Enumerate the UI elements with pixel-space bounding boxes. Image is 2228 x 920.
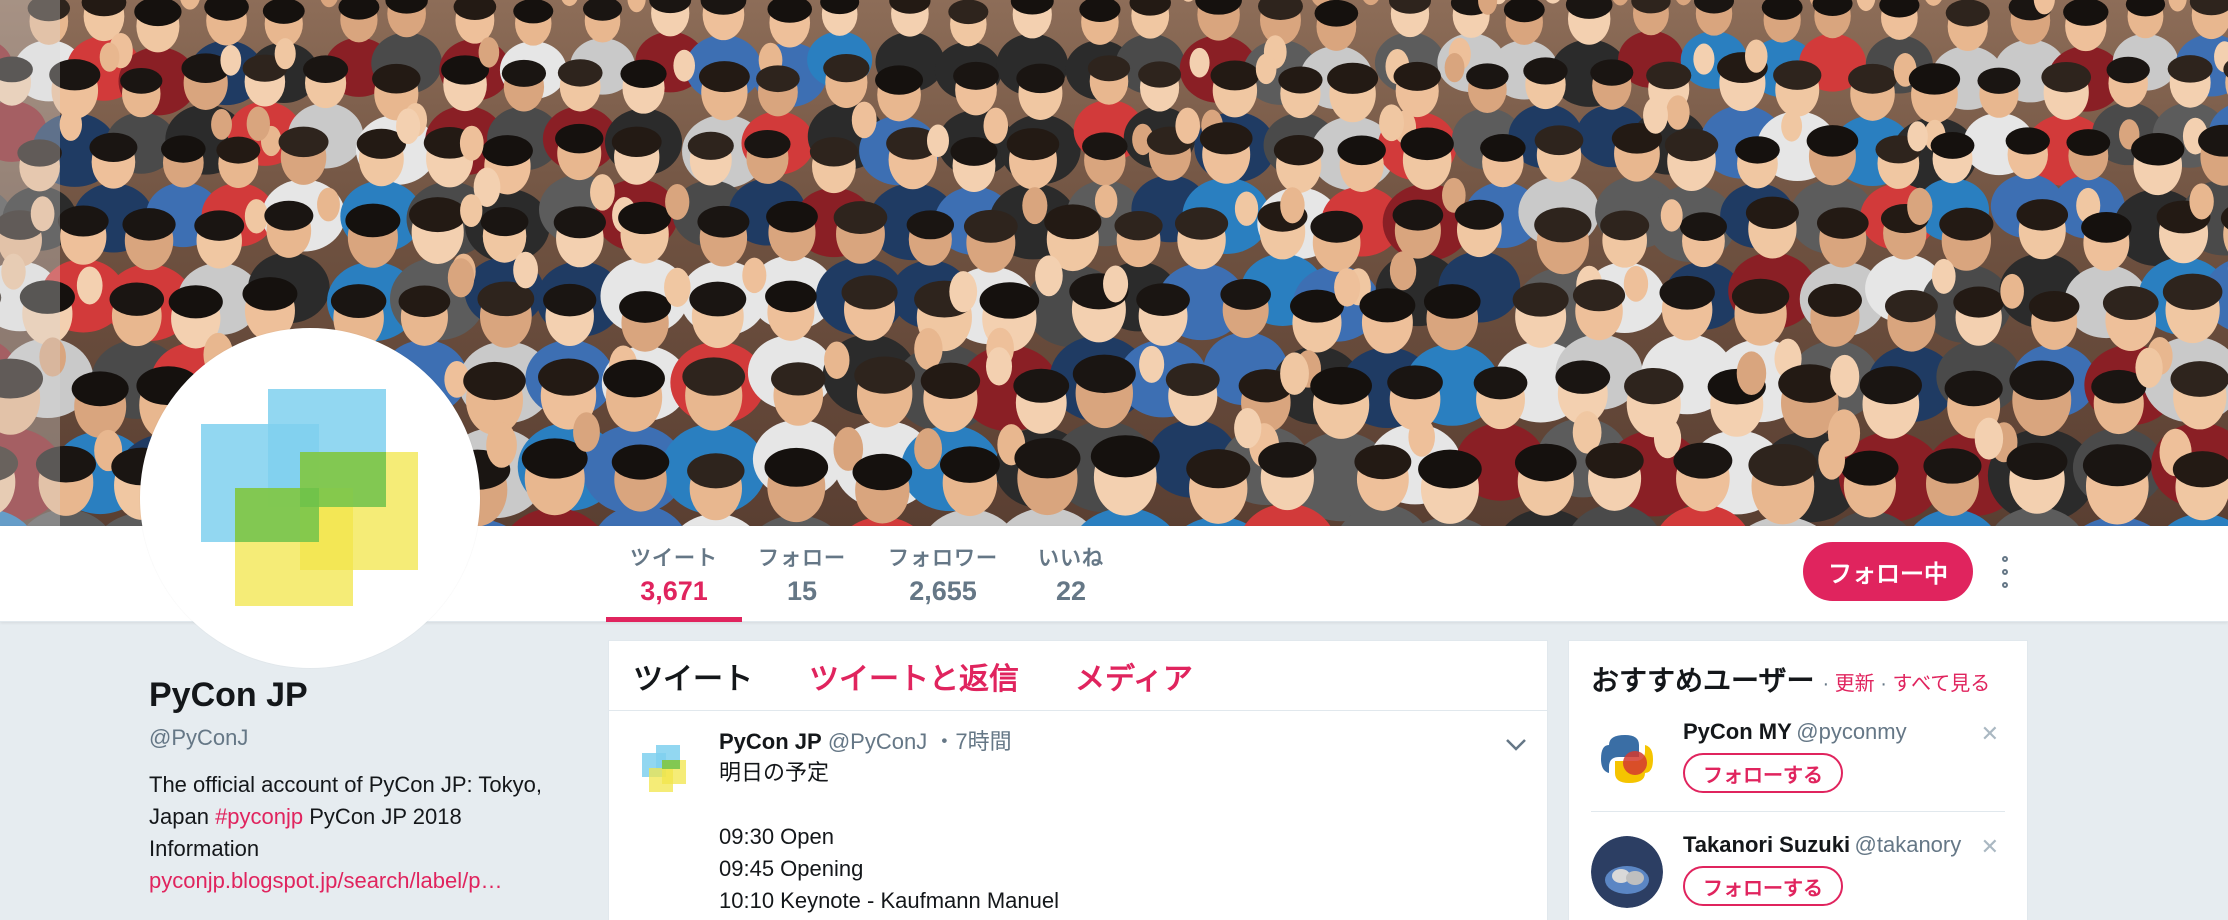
user-photo-icon — [1591, 836, 1663, 908]
bio-line-2-post: PyCon JP 2018 — [303, 804, 462, 829]
stat-likes-label: いいね — [1038, 547, 1104, 570]
who-to-follow-links: · 更新 · すべて見る — [1822, 667, 1990, 696]
pycon-my-logo-icon — [1591, 723, 1663, 795]
tweet-avatar-icon[interactable] — [633, 739, 695, 801]
profile-name: PyCon JP — [149, 676, 308, 714]
chevron-down-icon[interactable] — [1505, 737, 1527, 753]
separator-dot: · — [1880, 673, 1887, 695]
profile-info: PyCon JP @PyConJ The official account of… — [149, 676, 569, 897]
stat-tweets-label: ツイート — [630, 547, 718, 570]
bio-line-3: Information — [149, 836, 260, 861]
close-icon[interactable]: ✕ — [1981, 721, 1999, 747]
more-options-icon[interactable] — [1998, 556, 2012, 588]
follow-user-button[interactable]: フォローする — [1683, 866, 1843, 906]
follow-user-button[interactable]: フォローする — [1683, 753, 1843, 793]
separator-dot: · — [1822, 673, 1830, 695]
refresh-link[interactable]: 更新 — [1835, 673, 1875, 695]
tweet-timestamp[interactable]: ・7時間 — [933, 729, 1011, 754]
who-to-follow-title: おすすめユーザー — [1591, 665, 1815, 696]
who-to-follow-header: おすすめユーザー · 更新 · すべて見る — [1591, 659, 2005, 699]
recommended-user-avatar[interactable] — [1591, 836, 1663, 908]
stat-tweets[interactable]: ツイート 3,671 — [606, 542, 742, 622]
stat-followers-value: 2,655 — [909, 576, 977, 606]
timeline-tabs: ツイート ツイートと返信 メディア — [609, 641, 1547, 711]
timeline-panel: ツイート ツイートと返信 メディア PyCon JP @PyConJ ・7時間 … — [608, 640, 1548, 920]
pycon-logo-icon — [201, 389, 418, 606]
bio-hashtag-link[interactable]: #pyconjp — [215, 804, 303, 829]
following-button[interactable]: フォロー中 — [1803, 542, 1973, 601]
stat-followers-label: フォロワー — [888, 547, 998, 570]
tweet-author-handle[interactable]: @PyConJ — [828, 729, 927, 754]
recommended-user-handle[interactable]: @pyconmy — [1796, 719, 1906, 744]
recommended-user-info: Takanori Suzuki @takanory フォローする — [1683, 832, 2005, 906]
tweet-header: PyCon JP @PyConJ ・7時間 — [719, 727, 1523, 757]
tweet-body: PyCon JP @PyConJ ・7時間 明日の予定 09:30 Open 0… — [719, 727, 1523, 917]
twitter-profile-page: ツイート 3,671 フォロー 15 フォロワー 2,655 いいね 22 フォ… — [0, 0, 2228, 920]
who-to-follow-panel: おすすめユーザー · 更新 · すべて見る PyCon MY @pyconmy — [1568, 640, 2028, 920]
stat-likes-value: 22 — [1055, 576, 1087, 606]
recommended-user-name[interactable]: PyCon MY — [1683, 719, 1792, 744]
stat-following[interactable]: フォロー 15 — [734, 542, 870, 622]
profile-avatar[interactable] — [140, 328, 480, 668]
tab-tweets-and-replies[interactable]: ツイートと返信 — [809, 654, 1019, 698]
tab-media[interactable]: メディア — [1075, 654, 1193, 698]
profile-website-link[interactable]: pyconjp.blogspot.jp/search/label/p… — [149, 865, 569, 897]
stat-following-value: 15 — [786, 576, 818, 606]
profile-handle: @PyConJ — [149, 725, 249, 750]
stat-likes[interactable]: いいね 22 — [1014, 542, 1128, 622]
stat-following-label: フォロー — [758, 547, 846, 570]
recommended-user: PyCon MY @pyconmy フォローする ✕ — [1591, 699, 2005, 811]
tweet-text: 明日の予定 09:30 Open 09:45 Opening 10:10 Key… — [719, 760, 1060, 913]
bio-line-2-pre: Japan — [149, 804, 216, 829]
tweet-author-name[interactable]: PyCon JP — [719, 729, 822, 754]
recommended-user-name[interactable]: Takanori Suzuki — [1683, 832, 1850, 857]
recommended-user-handle[interactable]: @takanory — [1855, 832, 1962, 857]
stat-followers[interactable]: フォロワー 2,655 — [864, 542, 1022, 622]
recommended-user-info: PyCon MY @pyconmy フォローする — [1683, 719, 2005, 793]
bio-line-1: The official account of PyCon JP: Tokyo, — [149, 772, 542, 797]
recommended-user-avatar[interactable] — [1591, 723, 1663, 795]
recommended-user: Takanori Suzuki @takanory フォローする ✕ — [1591, 811, 2005, 920]
close-icon[interactable]: ✕ — [1981, 834, 1999, 860]
profile-bio: The official account of PyCon JP: Tokyo,… — [149, 769, 569, 865]
tweet-item[interactable]: PyCon JP @PyConJ ・7時間 明日の予定 09:30 Open 0… — [609, 711, 1547, 920]
stat-tweets-value: 3,671 — [640, 576, 708, 606]
tab-tweets[interactable]: ツイート — [633, 654, 753, 698]
view-all-link[interactable]: すべて見る — [1892, 673, 1990, 695]
